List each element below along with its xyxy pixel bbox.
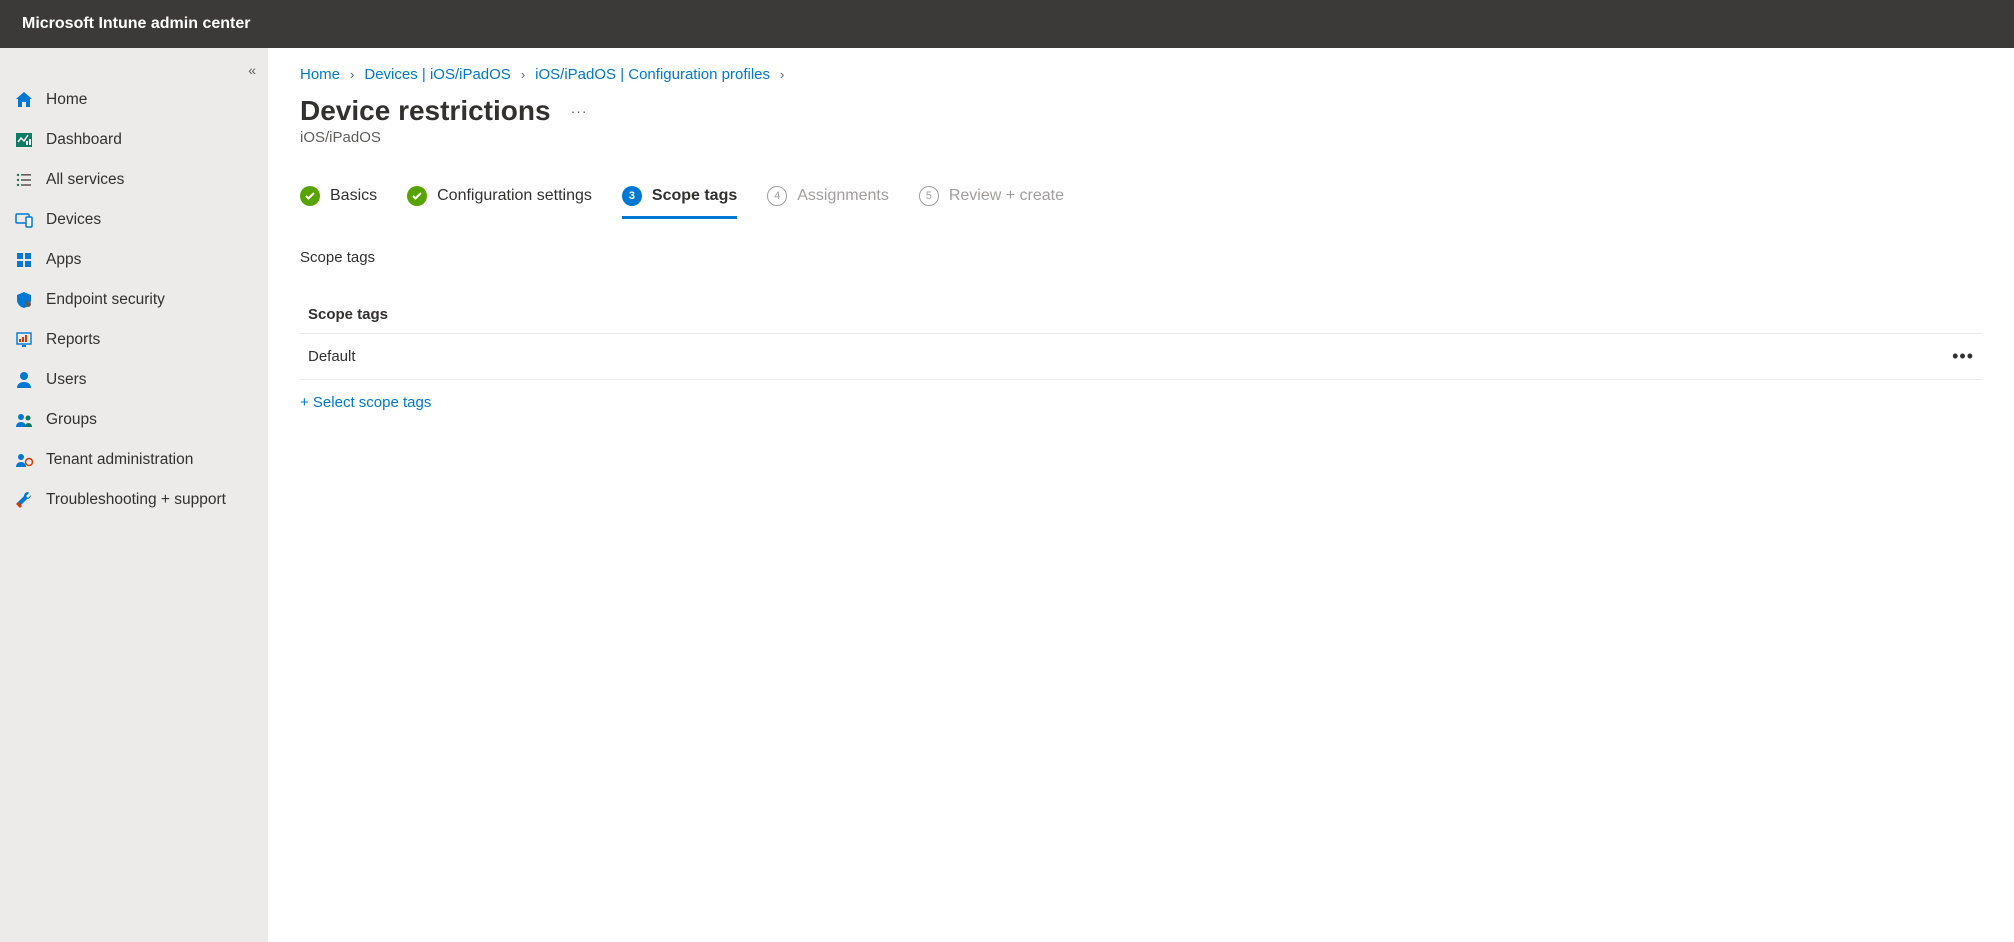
step-number-icon: 3 <box>622 186 642 206</box>
wizard-step-scope-tags[interactable]: 3 Scope tags <box>622 186 737 219</box>
reports-icon <box>14 330 34 350</box>
breadcrumb: Home › Devices | iOS/iPadOS › iOS/iPadOS… <box>300 66 1982 83</box>
app-title: Microsoft Intune admin center <box>22 15 250 33</box>
wizard-step-label: Assignments <box>797 187 889 205</box>
section-label: Scope tags <box>300 249 1982 266</box>
wizard-step-label: Basics <box>330 187 377 205</box>
sidebar-item-label: Dashboard <box>46 131 122 149</box>
breadcrumb-devices-ios[interactable]: Devices | iOS/iPadOS <box>364 66 510 83</box>
chevron-right-icon: › <box>521 67 525 82</box>
scope-tag-value: Default <box>308 348 356 365</box>
more-icon[interactable]: ··· <box>571 103 588 127</box>
check-icon <box>407 186 427 206</box>
wizard-step-label: Scope tags <box>652 187 737 205</box>
sidebar-item-tenant-administration[interactable]: Tenant administration <box>0 440 268 480</box>
sidebar-item-label: Groups <box>46 411 97 429</box>
devices-icon <box>14 210 34 230</box>
page-title: Device restrictions <box>300 95 551 127</box>
sidebar-item-label: Users <box>46 371 86 389</box>
wizard-step-label: Review + create <box>949 187 1064 205</box>
sidebar-item-label: Endpoint security <box>46 291 165 309</box>
table-header-scope-tags: Scope tags <box>300 296 1982 334</box>
check-icon <box>300 186 320 206</box>
groups-icon <box>14 410 34 430</box>
sidebar-item-users[interactable]: Users <box>0 360 268 400</box>
breadcrumb-home[interactable]: Home <box>300 66 340 83</box>
dashboard-icon <box>14 130 34 150</box>
sidebar-item-label: Reports <box>46 331 100 349</box>
chevron-right-icon: › <box>350 67 354 82</box>
sidebar-item-groups[interactable]: Groups <box>0 400 268 440</box>
wrench-icon <box>14 490 34 510</box>
table-row: Default ••• <box>300 334 1982 380</box>
step-number-icon: 4 <box>767 186 787 206</box>
sidebar-item-all-services[interactable]: All services <box>0 160 268 200</box>
apps-icon <box>14 250 34 270</box>
app-header: Microsoft Intune admin center <box>0 0 2014 48</box>
step-number-icon: 5 <box>919 186 939 206</box>
sidebar-item-label: Troubleshooting + support <box>46 491 226 509</box>
sidebar-item-home[interactable]: Home <box>0 80 268 120</box>
sidebar-item-troubleshooting[interactable]: Troubleshooting + support <box>0 480 268 520</box>
list-icon <box>14 170 34 190</box>
wizard-step-configuration-settings[interactable]: Configuration settings <box>407 186 592 219</box>
sidebar-item-label: Apps <box>46 251 81 269</box>
tenant-admin-icon <box>14 450 34 470</box>
more-icon[interactable]: ••• <box>1952 346 1974 367</box>
sidebar-item-dashboard[interactable]: Dashboard <box>0 120 268 160</box>
breadcrumb-config-profiles[interactable]: iOS/iPadOS | Configuration profiles <box>535 66 770 83</box>
wizard-step-assignments[interactable]: 4 Assignments <box>767 186 889 219</box>
wizard-step-review-create[interactable]: 5 Review + create <box>919 186 1064 219</box>
sidebar-item-endpoint-security[interactable]: Endpoint security <box>0 280 268 320</box>
select-scope-tags-button[interactable]: + Select scope tags <box>300 380 431 411</box>
sidebar-item-label: Home <box>46 91 87 109</box>
wizard-step-basics[interactable]: Basics <box>300 186 377 219</box>
wizard-step-label: Configuration settings <box>437 187 592 205</box>
sidebar-item-label: All services <box>46 171 124 189</box>
wizard-steps: Basics Configuration settings 3 Scope ta… <box>300 186 1982 219</box>
page-subtitle: iOS/iPadOS <box>300 129 1982 146</box>
sidebar-item-apps[interactable]: Apps <box>0 240 268 280</box>
sidebar-item-reports[interactable]: Reports <box>0 320 268 360</box>
chevron-right-icon: › <box>780 67 784 82</box>
main-content: Home › Devices | iOS/iPadOS › iOS/iPadOS… <box>268 48 2014 942</box>
sidebar: « Home Dashboard All services Devices Ap… <box>0 48 268 942</box>
shield-icon <box>14 290 34 310</box>
collapse-sidebar-icon[interactable]: « <box>248 62 256 78</box>
sidebar-item-devices[interactable]: Devices <box>0 200 268 240</box>
home-icon <box>14 90 34 110</box>
sidebar-item-label: Devices <box>46 211 101 229</box>
user-icon <box>14 370 34 390</box>
sidebar-item-label: Tenant administration <box>46 451 193 469</box>
